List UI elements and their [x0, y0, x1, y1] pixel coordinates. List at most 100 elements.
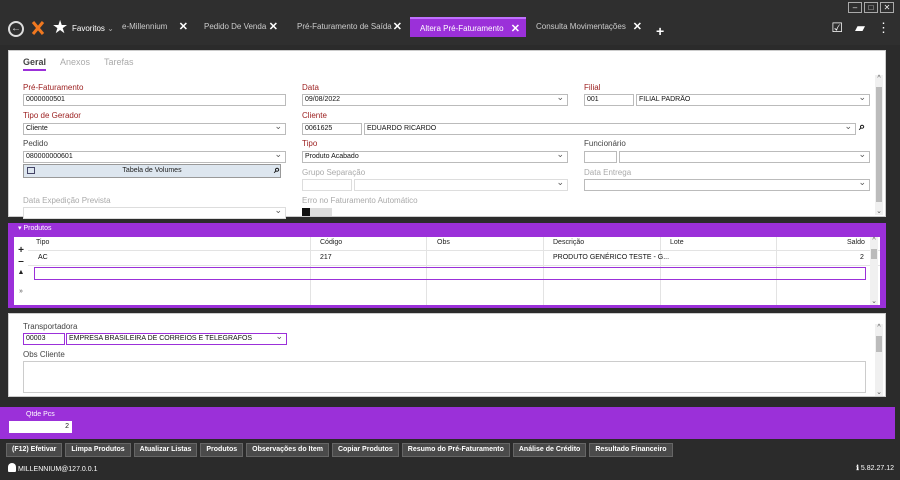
- qtde-pcs-label: Qtde Pcs: [26, 411, 55, 418]
- volumes-search-icon[interactable]: ⌕: [274, 164, 280, 177]
- clipboard-check-icon[interactable]: ☑: [831, 20, 843, 36]
- remove-row-icon[interactable]: –: [14, 256, 28, 267]
- cell-saldo[interactable]: 2: [860, 254, 864, 261]
- close-tab-icon[interactable]: ✕: [393, 17, 402, 37]
- data-label: Data: [302, 83, 319, 92]
- tab-consulta-movimentacoes[interactable]: Consulta Movimentações ✕: [528, 17, 648, 37]
- scroll-thumb[interactable]: [871, 249, 877, 259]
- efetivar-button[interactable]: (F12) Efetivar: [6, 443, 63, 457]
- new-row-editor[interactable]: [34, 267, 866, 280]
- cliente-label: Cliente: [302, 111, 327, 120]
- subtab-geral[interactable]: Geral: [23, 57, 47, 71]
- expand-icon[interactable]: »: [14, 286, 28, 297]
- scroll-down-icon[interactable]: ⌄: [875, 388, 883, 396]
- close-window-icon[interactable]: ✕: [880, 2, 894, 13]
- funcionario-code-field[interactable]: [584, 151, 617, 163]
- grid-divider: [28, 250, 880, 251]
- form-scrollbar[interactable]: ^ ⌄: [875, 75, 883, 215]
- col-header-tipo[interactable]: Tipo: [36, 239, 49, 246]
- tipo-select[interactable]: Produto Acabado: [302, 151, 568, 163]
- close-tab-icon[interactable]: ✕: [511, 19, 520, 39]
- window-controls: – □ ✕: [848, 2, 894, 13]
- transportadora-code-field[interactable]: 00003: [23, 333, 65, 345]
- star-icon[interactable]: ★: [52, 17, 68, 37]
- scroll-thumb[interactable]: [876, 87, 882, 202]
- resultado-financeiro-button[interactable]: Resultado Financeiro: [589, 443, 673, 457]
- scroll-up-icon[interactable]: ^: [875, 324, 883, 331]
- add-row-icon[interactable]: +: [14, 245, 28, 256]
- transportadora-select[interactable]: EMPRESA BRASILEIRA DE CORREIOS E TELEGRA…: [66, 333, 287, 345]
- filial-label: Filial: [584, 83, 601, 92]
- data-expedicao-field[interactable]: [23, 207, 286, 219]
- col-header-codigo[interactable]: Código: [320, 239, 342, 246]
- limpa-produtos-button[interactable]: Limpa Produtos: [65, 443, 131, 457]
- tabela-volumes-label: Tabela de Volumes: [122, 167, 182, 174]
- add-tab-icon[interactable]: +: [656, 24, 664, 38]
- cell-codigo[interactable]: 217: [320, 254, 332, 261]
- analise-credito-button[interactable]: Análise de Crédito: [512, 443, 587, 457]
- tab-label: Pedido De Venda: [204, 22, 267, 31]
- favoritos-label: Favoritos: [72, 24, 105, 33]
- more-vertical-icon[interactable]: ⋮: [877, 20, 890, 36]
- grupo-separacao-select[interactable]: [354, 179, 568, 191]
- tab-pedido-de-venda[interactable]: Pedido De Venda ✕: [196, 17, 284, 37]
- cell-tipo[interactable]: AC: [38, 254, 48, 261]
- scroll-thumb[interactable]: [876, 336, 882, 352]
- obs-cliente-textarea[interactable]: [23, 361, 866, 393]
- funcionario-select[interactable]: [619, 151, 870, 163]
- back-arrow-icon[interactable]: ←: [8, 21, 24, 37]
- chat-icon[interactable]: ▰: [855, 20, 865, 36]
- pre-faturamento-field[interactable]: 0000000501: [23, 94, 286, 106]
- cliente-search-icon[interactable]: ⌕: [859, 121, 865, 134]
- pedido-select[interactable]: 080000000601: [23, 151, 286, 163]
- col-header-lote[interactable]: Lote: [670, 239, 684, 246]
- close-tab-icon[interactable]: ✕: [179, 17, 188, 37]
- col-header-obs[interactable]: Obs: [437, 239, 450, 246]
- col-header-descricao[interactable]: Descrição: [553, 239, 584, 246]
- transportadora-label: Transportadora: [23, 322, 78, 331]
- col-header-saldo[interactable]: Saldo: [847, 239, 865, 246]
- cliente-code-field[interactable]: 0061625: [302, 123, 362, 135]
- header-actions: ☑ ▰ ⋮: [831, 20, 890, 36]
- filial-code-field[interactable]: 001: [584, 94, 634, 106]
- pedido-label: Pedido: [23, 139, 48, 148]
- tab-e-millennium[interactable]: e-Millennium ✕: [112, 17, 194, 37]
- scroll-down-icon[interactable]: ⌄: [875, 207, 883, 215]
- filial-name-select[interactable]: FILIAL PADRÃO: [636, 94, 870, 106]
- produtos-header[interactable]: ▾ Produtos: [8, 223, 886, 235]
- subtab-tarefas[interactable]: Tarefas: [104, 57, 134, 71]
- maximize-icon[interactable]: □: [864, 2, 878, 13]
- copiar-produtos-button[interactable]: Copiar Produtos: [331, 443, 399, 457]
- observacoes-item-button[interactable]: Observações do Item: [246, 443, 329, 457]
- scroll-up-icon[interactable]: ^: [875, 75, 883, 82]
- grid-scrollbar[interactable]: ^ ⌄: [870, 237, 878, 305]
- atualizar-listas-button[interactable]: Atualizar Listas: [133, 443, 198, 457]
- close-tab-icon[interactable]: ✕: [633, 17, 642, 37]
- transportadora-scrollbar[interactable]: ^ ⌄: [875, 324, 883, 396]
- scroll-down-icon[interactable]: ⌄: [870, 297, 878, 305]
- cell-descricao[interactable]: PRODUTO GENÉRICO TESTE - G...: [553, 254, 669, 261]
- scroll-up-icon[interactable]: ^: [870, 237, 878, 244]
- tab-pre-faturamento-saida[interactable]: Pré-Faturamento de Saída ✕: [288, 17, 408, 37]
- tipo-gerador-select[interactable]: Cliente: [23, 123, 286, 135]
- minimize-icon[interactable]: –: [848, 2, 862, 13]
- tabela-volumes-button[interactable]: Tabela de Volumes: [23, 164, 281, 178]
- data-entrega-label: Data Entrega: [584, 168, 632, 177]
- grupo-separacao-code-field[interactable]: [302, 179, 352, 191]
- close-tab-icon[interactable]: ✕: [269, 17, 278, 37]
- version-label: 5.82.27.12: [860, 465, 894, 472]
- obs-cliente-label: Obs Cliente: [23, 350, 65, 359]
- resumo-pre-faturamento-button[interactable]: Resumo do Pré-Faturamento: [401, 443, 510, 457]
- transportadora-panel: Transportadora 00003 EMPRESA BRASILEIRA …: [8, 313, 886, 397]
- data-entrega-field[interactable]: [584, 179, 870, 191]
- data-field[interactable]: 09/08/2022: [302, 94, 568, 106]
- move-up-icon[interactable]: ▲: [14, 267, 28, 278]
- data-expedicao-label: Data Expedição Prevista: [23, 196, 111, 205]
- cliente-name-select[interactable]: EDUARDO RICARDO: [364, 123, 856, 135]
- info-icon[interactable]: ℹ: [856, 465, 859, 472]
- favoritos-menu[interactable]: Favoritos ⌄: [72, 24, 114, 33]
- subtab-anexos[interactable]: Anexos: [60, 57, 90, 71]
- tab-altera-pre-faturamento[interactable]: Altera Pré-Faturamento ✕: [410, 17, 526, 37]
- produtos-button[interactable]: Produtos: [200, 443, 244, 457]
- erro-faturamento-toggle[interactable]: [302, 208, 332, 216]
